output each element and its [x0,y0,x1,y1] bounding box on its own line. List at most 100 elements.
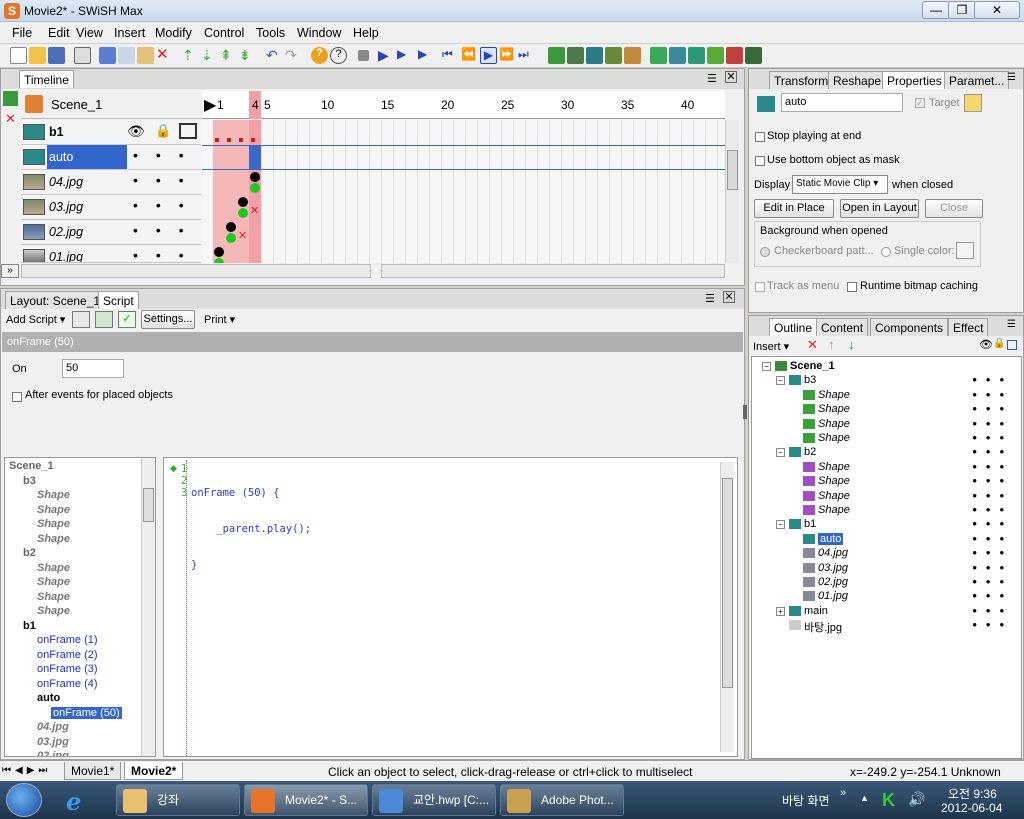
script-tree-item[interactable]: Shape [37,576,70,588]
outline-item-flags[interactable]: ••• [972,588,1013,603]
menu-control[interactable]: Control [204,26,244,40]
script-view-icon[interactable] [72,311,90,328]
outline-item[interactable]: 바탕.jpg [804,619,842,635]
script-tree-vscrollbar[interactable] [141,458,155,756]
playhead-marker-icon[interactable]: ▶ [204,95,216,115]
outline-item[interactable]: 02.jpg [818,576,848,588]
close-button[interactable]: ✕ [974,1,1020,19]
script-tree-item[interactable]: onFrame (50) [51,706,122,719]
outline-item[interactable]: Shape [818,403,850,415]
tab-properties[interactable]: Properties [882,71,947,89]
play-scene-icon[interactable]: ▶ [418,47,435,64]
outline-item-flags[interactable]: ••• [972,545,1013,560]
code-text[interactable]: onFrame (50) { _parent.play(); } [191,463,311,595]
remove-keyframe-icon[interactable]: ✕ [238,229,247,242]
outline-item[interactable]: 04.jpg [818,547,848,559]
script-tree-item[interactable]: Shape [37,489,70,501]
insert-group-icon[interactable] [586,47,603,64]
script-tree-item[interactable]: onFrame (1) [37,634,98,646]
effect-keyframe-icon[interactable] [226,233,236,243]
print-menu[interactable]: Print ▾ [204,313,235,326]
outline-toggle-icon[interactable] [1007,340,1017,350]
layer-flags[interactable]: ••• [133,147,202,163]
outline-item[interactable]: 03.jpg [818,562,848,574]
script-tree-item[interactable]: 03.jpg [37,736,69,748]
outline-item-flags[interactable]: ••• [972,430,1013,445]
outline-item[interactable]: Scene_1 [790,360,835,372]
outline-item-flags[interactable]: ••• [972,531,1013,546]
delete-icon[interactable]: ✕ [807,337,818,353]
move-up-icon[interactable]: ↑ [828,337,835,352]
layer-flags[interactable]: ••• [133,222,202,238]
desktop-toolbar-label[interactable]: 바탕 화면 [782,792,830,809]
effect-keyframe-icon[interactable] [238,208,248,218]
menu-tools[interactable]: Tools [256,26,285,40]
effect-keyframe-icon[interactable] [250,183,260,193]
outline-item-flags[interactable]: ••• [972,459,1013,474]
layer-row-b1[interactable]: b1 👁 🔒 [21,120,201,145]
taskbar-folder[interactable]: 강좌 [116,784,240,816]
stop-icon[interactable] [358,50,369,61]
layer-row-02[interactable]: 02.jpg ••• [21,220,201,245]
script-tree-item[interactable]: Shape [37,591,70,603]
taskbar-photoshop[interactable]: Adobe Phot... [500,784,624,816]
start-button-icon[interactable] [6,783,42,817]
outline-item[interactable]: Shape [818,432,850,444]
insert-image-icon[interactable] [624,47,641,64]
script-tree-item[interactable]: Shape [37,533,70,545]
panel-menu-icon[interactable]: ☰ [1007,72,1016,83]
save-icon[interactable] [48,47,65,64]
layer-row-04[interactable]: 04.jpg ••• [21,170,201,195]
tab-outline[interactable]: Outline [769,318,818,336]
timeline-vscrollbar[interactable] [725,120,739,263]
expand-toggle-icon[interactable]: − [762,362,771,371]
tab-script[interactable]: Script [98,291,139,309]
menu-modify[interactable]: Modify [155,26,192,40]
outline-item-flags[interactable]: ••• [972,488,1013,503]
taskbar-swish[interactable]: Movie2* - S... [244,784,368,816]
expand-toggle-icon[interactable]: − [776,520,785,530]
tab-components[interactable]: Components [870,318,949,336]
script-tree-item[interactable]: onFrame (3) [37,663,98,675]
menu-window[interactable]: Window [297,26,341,40]
clock-time[interactable]: 오전 9:36 [948,785,997,802]
insert-button-icon[interactable] [605,47,622,64]
close-layout-button[interactable]: Close [925,199,983,218]
effect-2-icon[interactable] [669,47,686,64]
outline-item-flags[interactable]: ••• [972,416,1013,431]
layers-hscrollbar[interactable] [21,264,371,278]
scene-header[interactable]: Scene_1 [21,91,201,119]
outline-item-flags[interactable]: ••• [972,387,1013,402]
undo-icon[interactable]: ↶ [266,47,283,64]
script-tree-item[interactable]: b2 [23,547,36,559]
move-down-icon[interactable]: ⇣ [201,47,218,64]
script-tree-item[interactable]: Scene_1 [9,460,54,472]
script-tree-item[interactable]: b1 [23,620,36,632]
expand-toggle-icon[interactable]: + [776,606,785,616]
last-frame-icon[interactable]: ⏭ [518,47,535,64]
expert-mode-icon[interactable] [95,311,113,328]
paste-icon[interactable] [137,47,154,64]
minimize-button[interactable]: — [922,1,950,19]
new-file-icon[interactable] [10,47,27,64]
copy-icon[interactable] [118,47,135,64]
tray-expand-icon[interactable]: ▲ [860,793,869,803]
outline-item-flags[interactable]: ••• [972,617,1013,632]
move-top-icon[interactable]: ⇞ [220,47,237,64]
script-tree-item[interactable]: Shape [37,605,70,617]
outline-item[interactable]: Shape [818,490,850,502]
script-tree-item[interactable]: Shape [37,518,70,530]
script-tree-item[interactable]: onFrame (4) [37,678,98,690]
eye-icon[interactable]: 👁 [127,123,145,140]
script-tree-item[interactable]: b3 [23,475,36,487]
tab-layout[interactable]: Layout: Scene_1 [5,291,106,309]
layer-flags[interactable]: ••• [133,247,201,262]
stop-playing-checkbox[interactable] [755,132,765,142]
script-tree-item[interactable]: auto [37,692,60,704]
outline-item[interactable]: Shape [818,389,850,401]
properties-extra-icon[interactable] [964,94,982,112]
move-up-icon[interactable]: ⇡ [182,47,199,64]
tab-transform[interactable]: Transform [769,71,834,89]
single-color-radio[interactable] [881,247,891,257]
play-icon[interactable]: ▶ [378,47,395,64]
